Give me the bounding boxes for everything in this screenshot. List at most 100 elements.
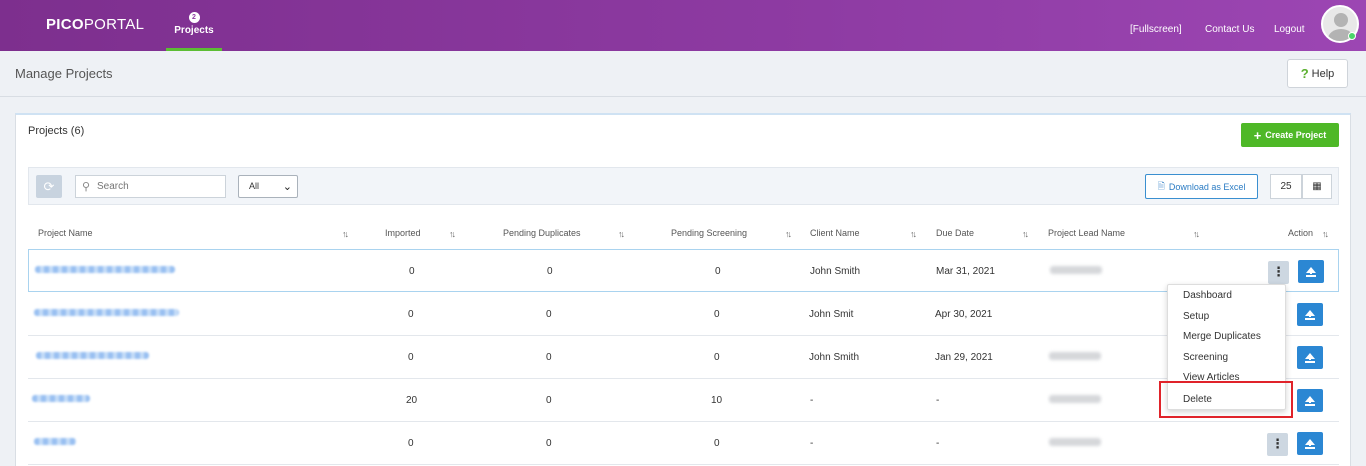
cell-client-name: - bbox=[810, 395, 814, 406]
menu-item-merge-duplicates[interactable]: Merge Duplicates bbox=[1183, 331, 1261, 342]
project-name-redacted[interactable] bbox=[34, 309, 179, 316]
sort-icon[interactable]: ↑↓ bbox=[618, 229, 625, 239]
table-toolbar: ⟳ ⚲ All ⌄ 🗎 Download as Excel 25 ▦ bbox=[28, 167, 1339, 205]
nav-tab-projects[interactable]: 2 Projects bbox=[166, 0, 222, 51]
cell-due-date: Jan 29, 2021 bbox=[935, 352, 993, 363]
row-actions-kebab-button[interactable]: ⋮ bbox=[1267, 433, 1288, 456]
col-client-name[interactable]: Client Name bbox=[810, 228, 860, 238]
plus-icon: + bbox=[1253, 127, 1262, 143]
question-icon: ? bbox=[1300, 66, 1309, 81]
online-status-dot bbox=[1348, 32, 1356, 40]
cell-client-name: - bbox=[810, 438, 814, 449]
project-name-redacted[interactable] bbox=[36, 352, 149, 359]
sort-icon[interactable]: ↑↓ bbox=[449, 229, 456, 239]
grid-view-button[interactable]: ▦ bbox=[1302, 174, 1332, 199]
help-button[interactable]: ? Help bbox=[1287, 59, 1348, 88]
upload-button[interactable] bbox=[1297, 432, 1323, 455]
upload-button[interactable] bbox=[1297, 346, 1323, 369]
page-header: Manage Projects ? Help bbox=[0, 51, 1366, 97]
filter-select[interactable]: All ⌄ bbox=[238, 175, 298, 198]
sort-icon[interactable]: ↑↓ bbox=[1022, 229, 1029, 239]
menu-item-screening[interactable]: Screening bbox=[1183, 352, 1228, 363]
search-input[interactable] bbox=[97, 179, 222, 194]
project-name-redacted[interactable] bbox=[32, 395, 90, 402]
help-button-label: Help bbox=[1311, 67, 1335, 80]
cell-client-name: John Smit bbox=[809, 309, 854, 320]
contact-us-link[interactable]: Contact Us bbox=[1205, 24, 1254, 35]
cell-imported: 0 bbox=[409, 266, 415, 277]
cell-imported: 0 bbox=[408, 309, 414, 320]
cell-pending-screening: 0 bbox=[714, 309, 720, 320]
col-imported[interactable]: Imported bbox=[385, 228, 421, 238]
filter-select-value: All bbox=[249, 181, 260, 191]
search-icon: ⚲ bbox=[82, 181, 91, 193]
table-row[interactable]: 0 0 0 John Smith Mar 31, 2021 ⋮ bbox=[28, 249, 1339, 292]
project-name-redacted[interactable] bbox=[35, 266, 175, 273]
download-excel-label: Download as Excel bbox=[1168, 181, 1246, 192]
col-project-name[interactable]: Project Name bbox=[38, 228, 93, 238]
grid-icon: ▦ bbox=[1312, 181, 1322, 192]
avatar-head-icon bbox=[1334, 13, 1348, 27]
panel-title: Projects (6) bbox=[28, 125, 85, 137]
sort-icon[interactable]: ↑↓ bbox=[910, 229, 917, 239]
upload-button[interactable] bbox=[1297, 303, 1323, 326]
cell-pending-screening: 0 bbox=[714, 352, 720, 363]
menu-item-setup[interactable]: Setup bbox=[1183, 311, 1209, 322]
cell-due-date: - bbox=[936, 438, 940, 449]
cell-due-date: Mar 31, 2021 bbox=[936, 266, 995, 277]
table-header: Project Name ↑↓ Imported ↑↓ Pending Dupl… bbox=[28, 217, 1339, 249]
project-lead-redacted bbox=[1050, 266, 1102, 274]
cell-pending-duplicates: 0 bbox=[546, 309, 552, 320]
download-excel-button[interactable]: 🗎 Download as Excel bbox=[1145, 174, 1258, 199]
excel-file-icon: 🗎 bbox=[1157, 180, 1165, 191]
logo-text-light: PORTAL bbox=[83, 16, 145, 33]
col-project-lead[interactable]: Project Lead Name bbox=[1048, 228, 1125, 238]
page-title: Manage Projects bbox=[15, 66, 113, 81]
project-lead-redacted bbox=[1049, 395, 1101, 403]
project-lead-redacted bbox=[1049, 352, 1101, 360]
cell-pending-duplicates: 0 bbox=[546, 438, 552, 449]
refresh-button[interactable]: ⟳ bbox=[36, 175, 62, 198]
upload-button[interactable] bbox=[1297, 389, 1323, 412]
col-pending-screening[interactable]: Pending Screening bbox=[671, 228, 747, 238]
cell-due-date: - bbox=[936, 395, 940, 406]
cell-imported: 0 bbox=[408, 438, 414, 449]
project-lead-redacted bbox=[1049, 438, 1101, 446]
projects-panel: Projects (6) + Create Project ⟳ ⚲ All ⌄ … bbox=[15, 113, 1351, 466]
sort-icon[interactable]: ↑↓ bbox=[342, 229, 349, 239]
project-name-redacted[interactable] bbox=[34, 438, 76, 445]
table-row[interactable]: 0 0 0 - - ⋮ bbox=[28, 422, 1339, 465]
page-size-selector[interactable]: 25 bbox=[1270, 174, 1302, 199]
cell-pending-screening: 0 bbox=[714, 438, 720, 449]
delete-highlight-box bbox=[1159, 381, 1293, 418]
cell-pending-duplicates: 0 bbox=[546, 395, 552, 406]
pico-portal-logo[interactable]: PICO PORTAL bbox=[46, 16, 144, 33]
cell-imported: 0 bbox=[408, 352, 414, 363]
refresh-icon: ⟳ bbox=[43, 178, 55, 194]
cell-pending-duplicates: 0 bbox=[547, 266, 553, 277]
table-row[interactable]: 0 0 0 John Smith Jan 29, 2021 bbox=[28, 336, 1339, 379]
menu-item-dashboard[interactable]: Dashboard bbox=[1183, 290, 1232, 301]
row-actions-kebab-button[interactable]: ⋮ bbox=[1268, 261, 1289, 284]
cell-client-name: John Smith bbox=[810, 266, 861, 277]
sort-icon[interactable]: ↑↓ bbox=[1322, 229, 1329, 239]
top-nav: PICO PORTAL 2 Projects [Fullscreen] Cont… bbox=[0, 0, 1366, 51]
cell-imported: 20 bbox=[406, 395, 418, 406]
create-project-button[interactable]: + Create Project bbox=[1241, 123, 1339, 147]
upload-button[interactable] bbox=[1298, 260, 1324, 283]
col-action: Action bbox=[1288, 228, 1314, 238]
chevron-down-icon: ⌄ bbox=[282, 181, 292, 193]
sort-icon[interactable]: ↑↓ bbox=[785, 229, 792, 239]
sort-icon[interactable]: ↑↓ bbox=[1193, 229, 1200, 239]
logout-link[interactable]: Logout bbox=[1274, 24, 1305, 35]
cell-pending-screening: 0 bbox=[715, 266, 721, 277]
search-box: ⚲ bbox=[75, 175, 226, 198]
create-project-label: Create Project bbox=[1265, 130, 1327, 140]
table-row[interactable]: 0 0 0 John Smit Apr 30, 2021 bbox=[28, 293, 1339, 336]
logo-text-bold: PICO bbox=[46, 16, 84, 33]
col-due-date[interactable]: Due Date bbox=[936, 228, 974, 238]
fullscreen-link[interactable]: [Fullscreen] bbox=[1130, 24, 1182, 35]
cell-client-name: John Smith bbox=[809, 352, 860, 363]
col-pending-duplicates[interactable]: Pending Duplicates bbox=[503, 228, 581, 238]
table-row[interactable]: 20 0 10 - - bbox=[28, 379, 1339, 422]
